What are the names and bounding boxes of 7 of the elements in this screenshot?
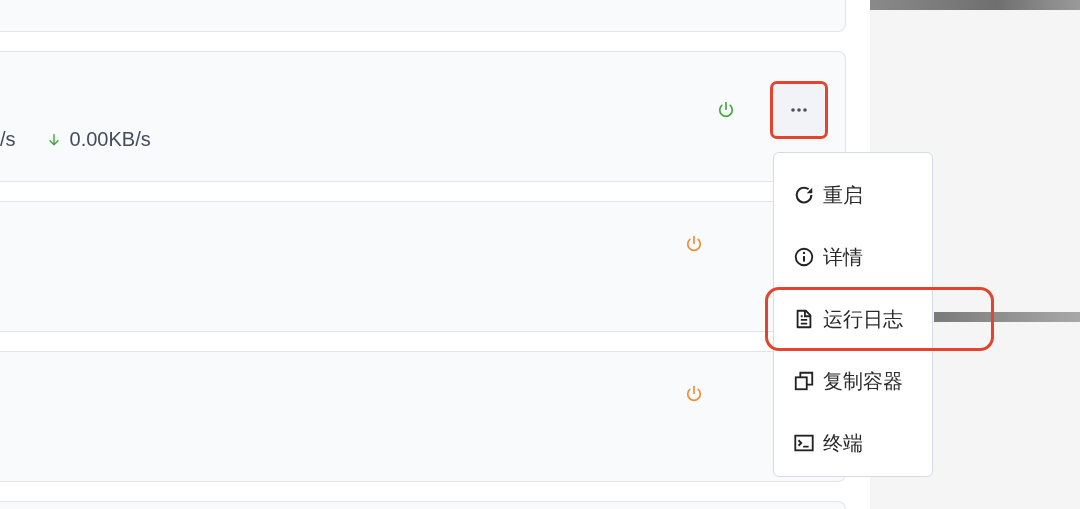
menu-item[interactable]: 运行日志 (777, 299, 982, 339)
download-rate: 0.00KB/s (69, 128, 151, 151)
menu-item[interactable]: 终端 (774, 423, 932, 463)
menu-item[interactable]: 重启 (774, 175, 932, 215)
upload-rate: /s (0, 128, 16, 151)
menu-item[interactable]: 复制容器 (774, 361, 932, 401)
menu-item[interactable]: 详情 (774, 237, 932, 277)
